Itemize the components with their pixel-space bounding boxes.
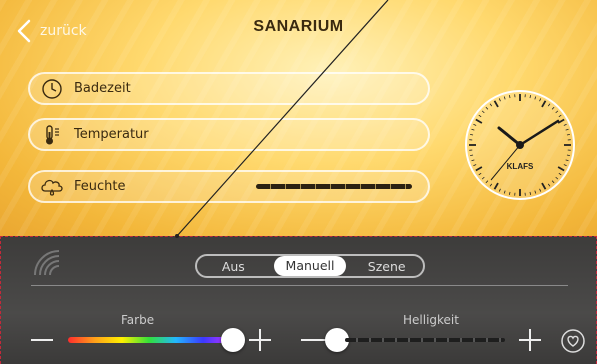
mode-manuell[interactable]: Manuell (273, 256, 347, 276)
sauna-top-panel: zurück SANARIUM Badezeit Temperatur Feuc… (0, 0, 597, 236)
mode-szene[interactable]: Szene (350, 259, 423, 274)
feuchte-label: Feuchte (74, 179, 126, 194)
feuchte-control[interactable]: Feuchte (28, 170, 430, 203)
analog-clock: KLAFS (465, 90, 575, 200)
divider (31, 285, 568, 286)
mode-aus[interactable]: Aus (197, 259, 270, 274)
helligkeit-slider-track[interactable] (345, 338, 505, 342)
humidity-level-bar (256, 184, 412, 189)
cloud-drop-icon (40, 175, 64, 199)
clock-icon (40, 77, 64, 101)
helligkeit-label: Helligkeit (403, 313, 459, 327)
farbe-plus-button[interactable] (249, 329, 271, 351)
temperatur-control[interactable]: Temperatur (28, 118, 430, 151)
farbe-slider-track[interactable] (68, 337, 230, 343)
page-title: SANARIUM (253, 18, 344, 35)
farbe-slider-handle[interactable] (221, 328, 245, 352)
light-control-panel: Aus Manuell Szene Farbe Helligkeit (0, 236, 597, 364)
badezeit-control[interactable]: Badezeit (28, 72, 430, 105)
helligkeit-plus-button[interactable] (519, 329, 541, 351)
temperatur-label: Temperatur (74, 127, 149, 142)
farbe-label: Farbe (121, 313, 155, 327)
clock-brand: KLAFS (507, 162, 534, 171)
light-signal-icon[interactable] (31, 247, 65, 277)
farbe-minus-button[interactable] (31, 339, 53, 341)
favorite-heart-icon[interactable] (561, 329, 585, 353)
badezeit-label: Badezeit (74, 81, 131, 96)
light-mode-selector: Aus Manuell Szene (195, 254, 425, 278)
thermometer-icon (40, 123, 64, 147)
